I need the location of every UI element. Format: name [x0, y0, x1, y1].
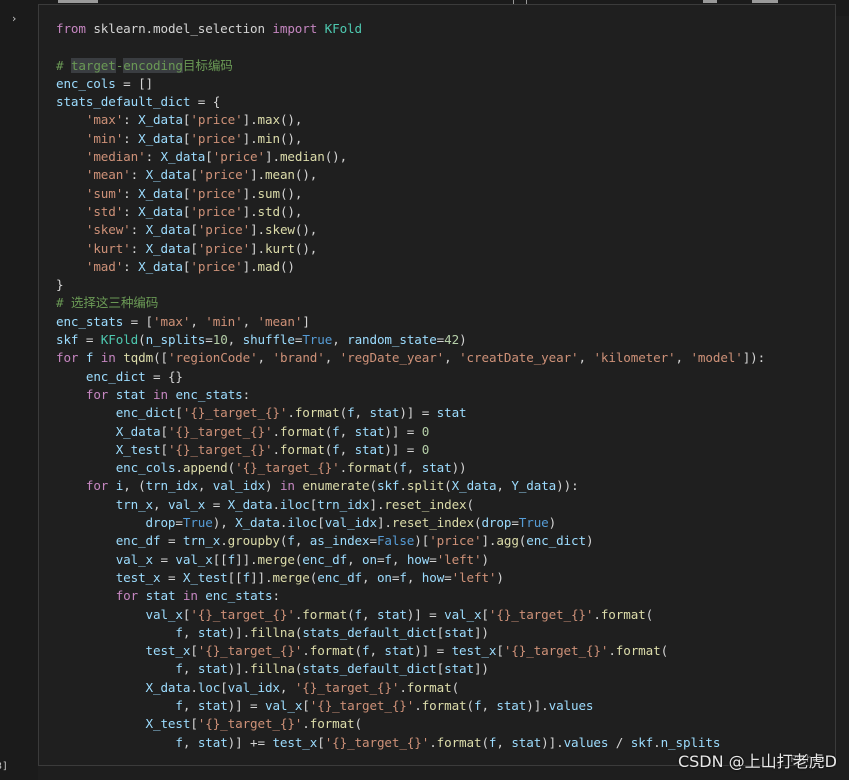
code-line: } — [56, 277, 64, 293]
code-line: enc_cols = [] — [56, 75, 154, 91]
chevron-icon[interactable]: › — [12, 12, 16, 25]
code-line: val_x = val_x[[f]].merge(enc_df, on=f, h… — [115, 551, 489, 567]
code-line: 'skew': X_data['price'].skew(), — [85, 222, 318, 238]
code-line: 'min': X_data['price'].min(), — [85, 130, 303, 146]
code-line: # 选择这三种编码 — [56, 295, 159, 311]
code-line: test_x['{}_target_{}'.format(f, stat)] =… — [145, 643, 669, 659]
code-line: for stat in enc_stats: — [85, 386, 251, 402]
code-line: X_data.loc[val_idx, '{}_target_{}'.forma… — [145, 679, 460, 695]
code-line: for stat in enc_stats: — [115, 588, 280, 604]
code-editor[interactable]: from sklearn.model_selection import KFol… — [56, 20, 765, 752]
code-line: f, stat)] += test_x['{}_target_{}'.forma… — [175, 734, 721, 750]
code-line: enc_dict = {} — [85, 368, 183, 384]
code-line: for f in tqdm(['regionCode', 'brand', 'r… — [56, 350, 766, 366]
cell-gutter: › 3] — [0, 0, 38, 780]
code-line: trn_x, val_x = X_data.iloc[trn_idx].rese… — [115, 496, 474, 512]
code-line: 'mean': X_data['price'].mean(), — [85, 167, 318, 183]
code-line: 'std': X_data['price'].std(), — [85, 203, 303, 219]
code-line: stats_default_dict = { — [56, 94, 221, 110]
code-line: skf = KFold(n_splits=10, shuffle=True, r… — [56, 332, 467, 348]
code-line: enc_cols.append('{}_target_{}'.format(f,… — [115, 460, 467, 476]
code-line: X_test['{}_target_{}'.format( — [145, 716, 363, 732]
execution-count: 3] — [0, 761, 9, 772]
code-line: test_x = X_test[[f]].merge(enc_df, on=f,… — [115, 569, 504, 585]
code-line: 'median': X_data['price'].median(), — [85, 149, 348, 165]
watermark: CSDN @上山打老虎D — [677, 752, 837, 771]
code-line: 'sum': X_data['price'].sum(), — [85, 185, 303, 201]
code-line: f, stat)].fillna(stats_default_dict[stat… — [175, 661, 489, 677]
code-line: enc_stats = ['max', 'min', 'mean'] — [56, 313, 310, 329]
code-line: f, stat)] = val_x['{}_target_{}'.format(… — [175, 697, 594, 713]
code-line: for i, (trn_idx, val_idx) in enumerate(s… — [85, 478, 579, 494]
code-line: drop=True), X_data.iloc[val_idx].reset_i… — [145, 515, 557, 531]
code-line: f, stat)].fillna(stats_default_dict[stat… — [175, 624, 489, 640]
code-line: 'max': X_data['price'].max(), — [85, 112, 303, 128]
code-line: X_test['{}_target_{}'.format(f, stat)] =… — [115, 441, 430, 457]
code-line: from sklearn.model_selection import KFol… — [56, 21, 362, 36]
code-line: enc_dict['{}_target_{}'.format(f, stat)]… — [115, 405, 467, 421]
code-line: 'mad': X_data['price'].mad() — [85, 258, 295, 274]
code-line: X_data['{}_target_{}'.format(f, stat)] =… — [115, 423, 430, 439]
code-line: 'kurt': X_data['price'].kurt(), — [85, 240, 318, 256]
code-line: # target-encoding目标编码 — [56, 57, 233, 73]
code-line: val_x['{}_target_{}'.format(f, stat)] = … — [145, 606, 654, 622]
code-line: enc_df = trn_x.groupby(f, as_index=False… — [115, 533, 594, 549]
code-cell[interactable]: from sklearn.model_selection import KFol… — [38, 4, 836, 766]
